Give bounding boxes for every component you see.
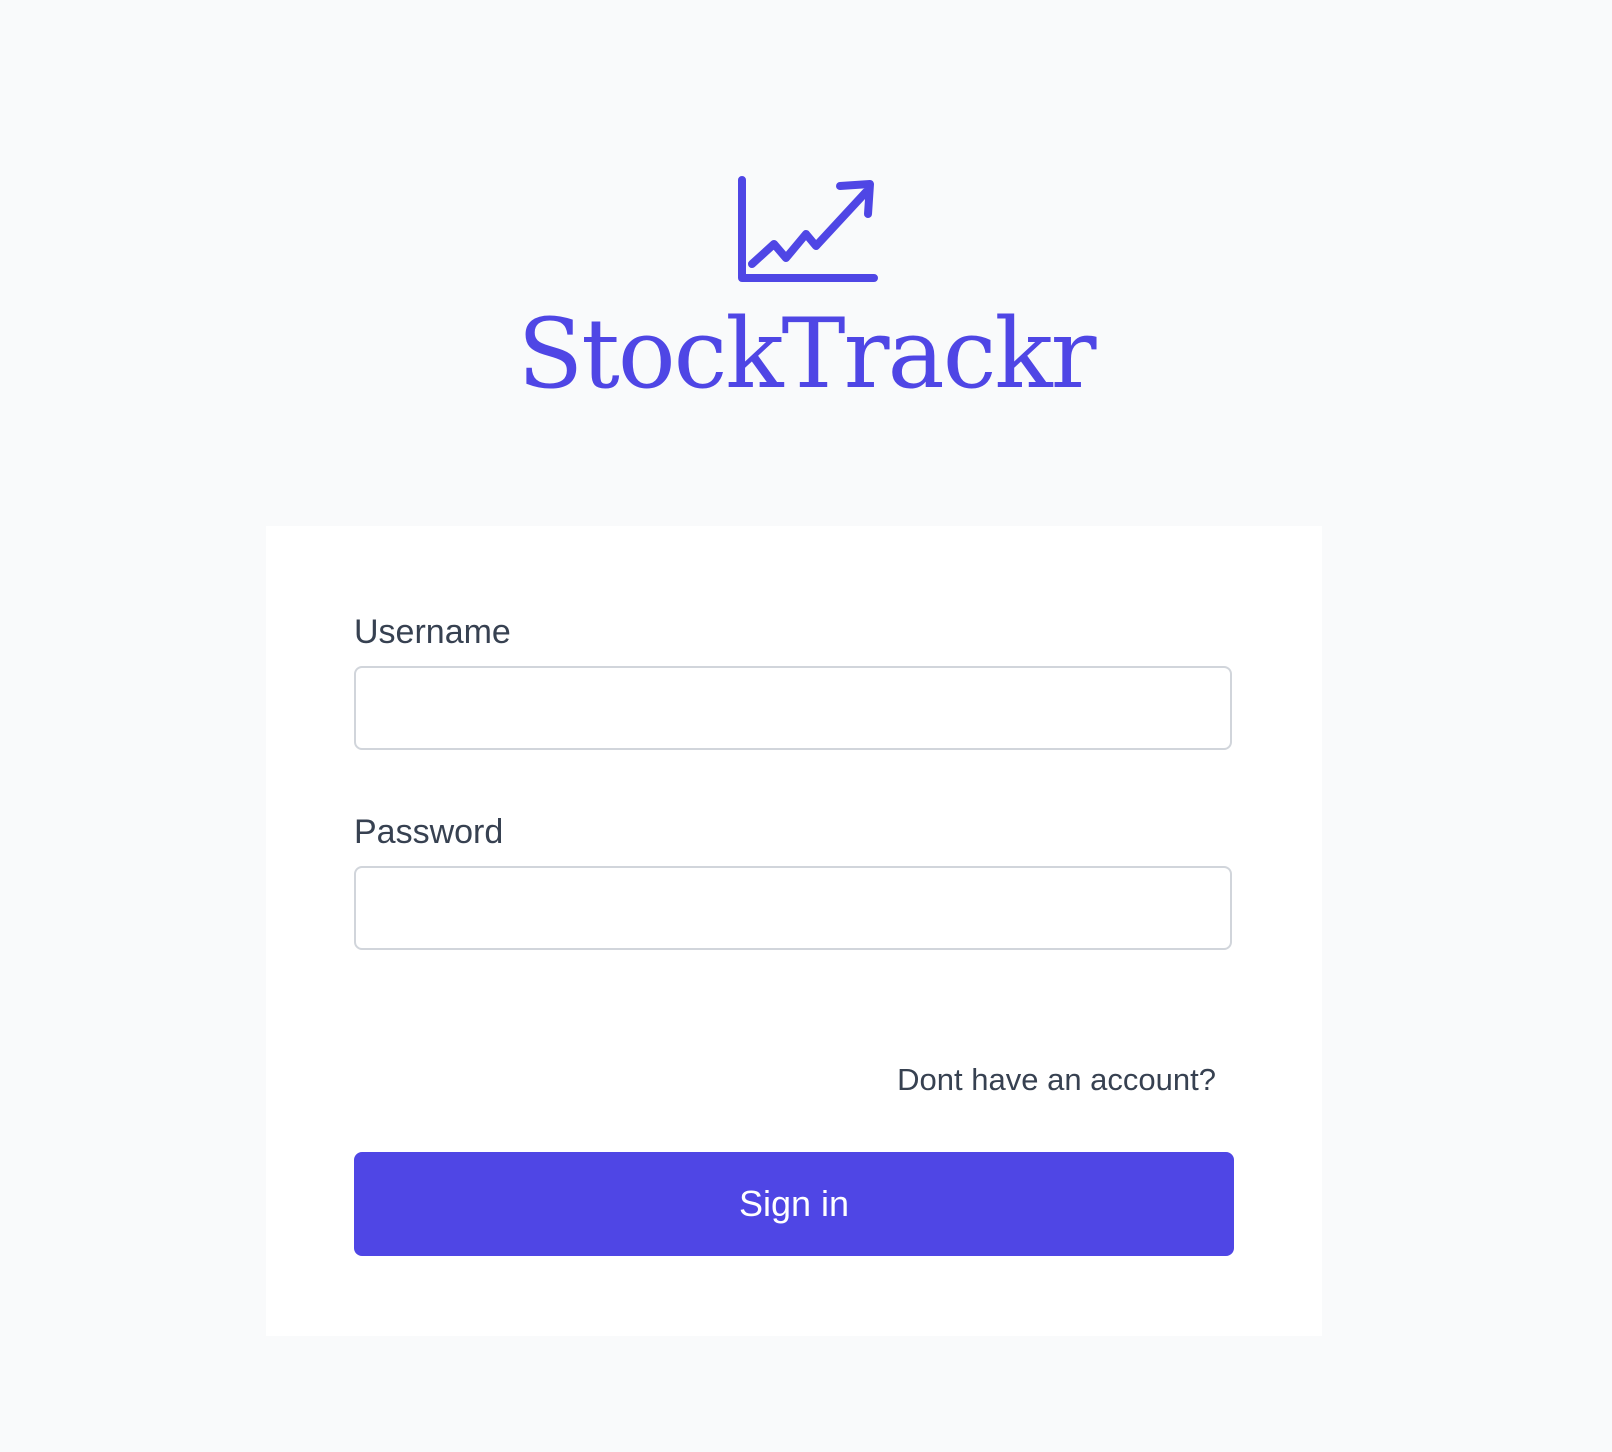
sign-in-button[interactable]: Sign in (354, 1152, 1234, 1256)
brand-name: StockTrackr (517, 298, 1096, 410)
password-input[interactable] (354, 866, 1232, 950)
password-label: Password (354, 813, 504, 851)
login-card: Username Password Dont have an account? … (266, 526, 1322, 1336)
chart-trending-up-icon (738, 176, 878, 282)
username-label: Username (354, 613, 511, 651)
signup-link[interactable]: Dont have an account? (896, 1060, 1216, 1100)
brand-logo: StockTrackr (0, 172, 1612, 412)
username-input[interactable] (354, 666, 1232, 750)
